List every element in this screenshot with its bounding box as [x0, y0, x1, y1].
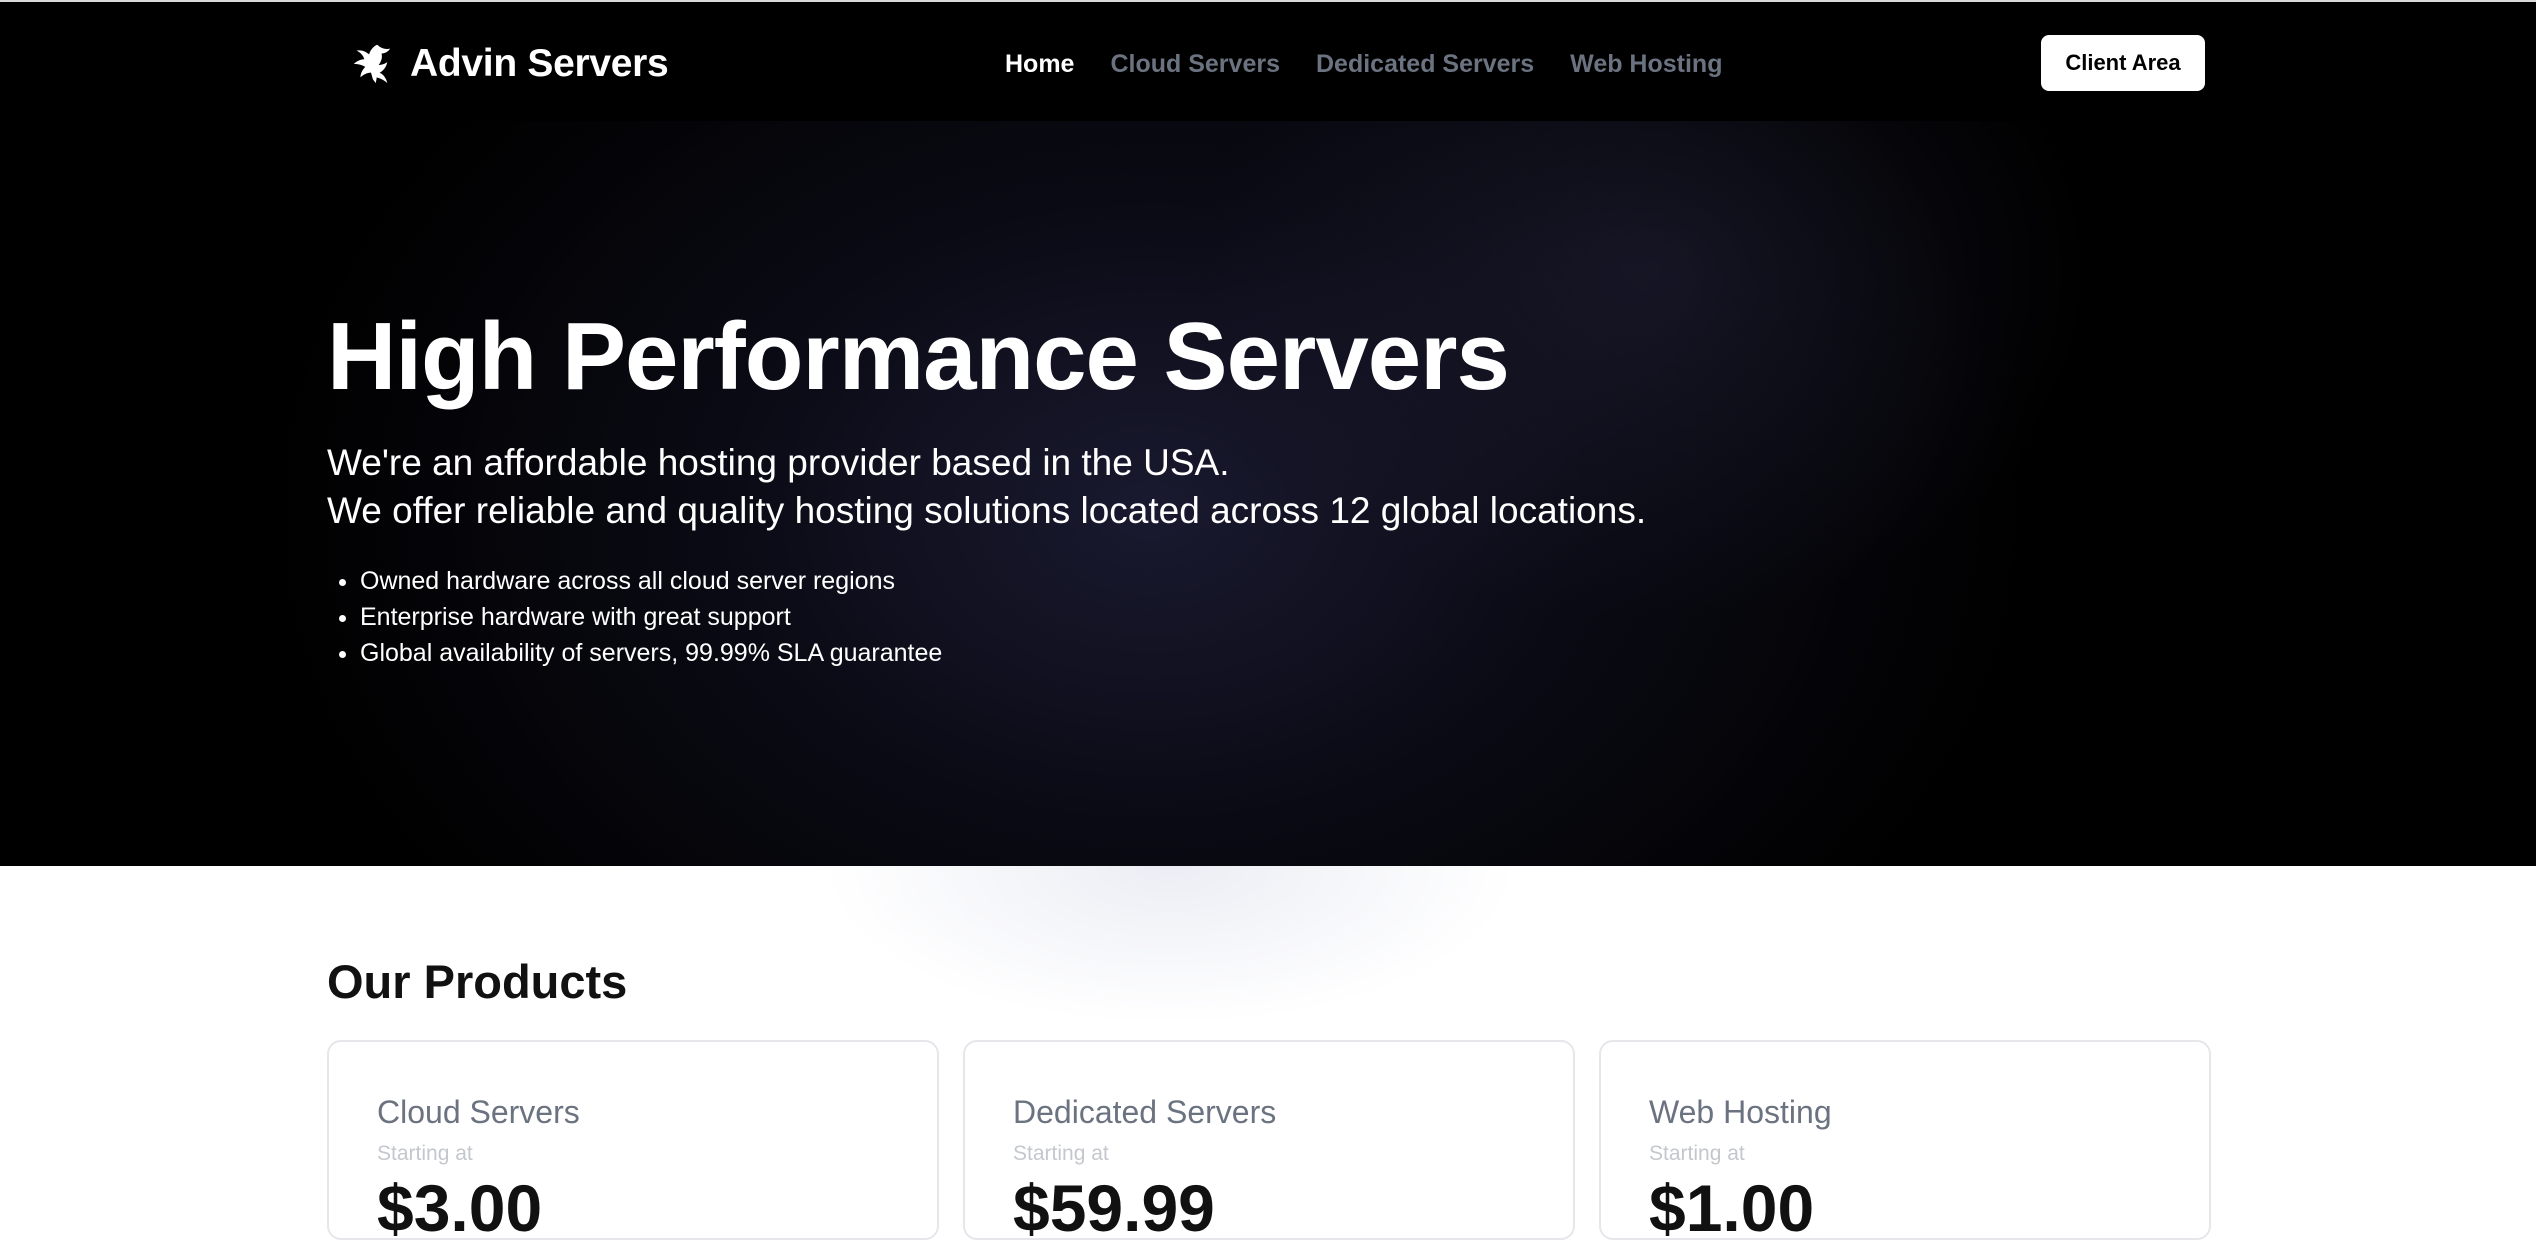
- product-card-name: Dedicated Servers: [1013, 1094, 1277, 1130]
- navbar: Advin Servers Home Cloud Servers Dedicat…: [0, 2, 2536, 121]
- hero-feature-item: Enterprise hardware with great support: [360, 599, 942, 635]
- product-card-price: $59.99: [1013, 1171, 1215, 1245]
- hero-feature-item: Global availability of servers, 99.99% S…: [360, 635, 942, 671]
- hero-title: High Performance Servers: [327, 303, 1510, 410]
- product-cards: Cloud Servers Starting at $3.00 Dedicate…: [327, 1040, 2211, 1245]
- hero-subtitle: We're an affordable hosting provider bas…: [327, 439, 1646, 535]
- nav-home[interactable]: Home: [1005, 50, 1074, 79]
- eagle-logo-icon: [353, 44, 391, 84]
- brand-name: Advin Servers: [410, 42, 669, 85]
- section-glow: [820, 866, 1520, 1026]
- hero-subtitle-line-2: We offer reliable and quality hosting so…: [327, 490, 1647, 531]
- client-area-button[interactable]: Client Area: [2041, 35, 2205, 91]
- products-heading: Our Products: [327, 955, 628, 1008]
- hero-feature-item: Owned hardware across all cloud server r…: [360, 563, 942, 599]
- hero-subtitle-line-1: We're an affordable hosting provider bas…: [327, 442, 1230, 483]
- product-card-name: Web Hosting: [1649, 1094, 1832, 1130]
- product-card-price: $1.00: [1649, 1171, 1815, 1245]
- hero-section: High Performance Servers We're an afford…: [0, 121, 2536, 866]
- nav-dedicated-servers[interactable]: Dedicated Servers: [1316, 50, 1534, 79]
- product-card-starting-label: Starting at: [1013, 1142, 1109, 1165]
- brand-link[interactable]: Advin Servers: [348, 36, 669, 92]
- product-card-web-hosting[interactable]: Web Hosting Starting at $1.00: [1599, 1040, 2211, 1245]
- product-card-starting-label: Starting at: [1649, 1142, 1745, 1165]
- product-card-cloud-servers[interactable]: Cloud Servers Starting at $3.00: [327, 1040, 939, 1245]
- product-card-starting-label: Starting at: [377, 1142, 473, 1165]
- nav-cloud-servers[interactable]: Cloud Servers: [1110, 50, 1280, 79]
- hero-feature-list: Owned hardware across all cloud server r…: [327, 563, 942, 671]
- main-nav: Home Cloud Servers Dedicated Servers Web…: [1005, 44, 1722, 84]
- product-card-dedicated-servers[interactable]: Dedicated Servers Starting at $59.99: [963, 1040, 1575, 1245]
- nav-web-hosting[interactable]: Web Hosting: [1570, 50, 1722, 79]
- product-card-name: Cloud Servers: [377, 1094, 580, 1130]
- product-card-price: $3.00: [377, 1171, 543, 1245]
